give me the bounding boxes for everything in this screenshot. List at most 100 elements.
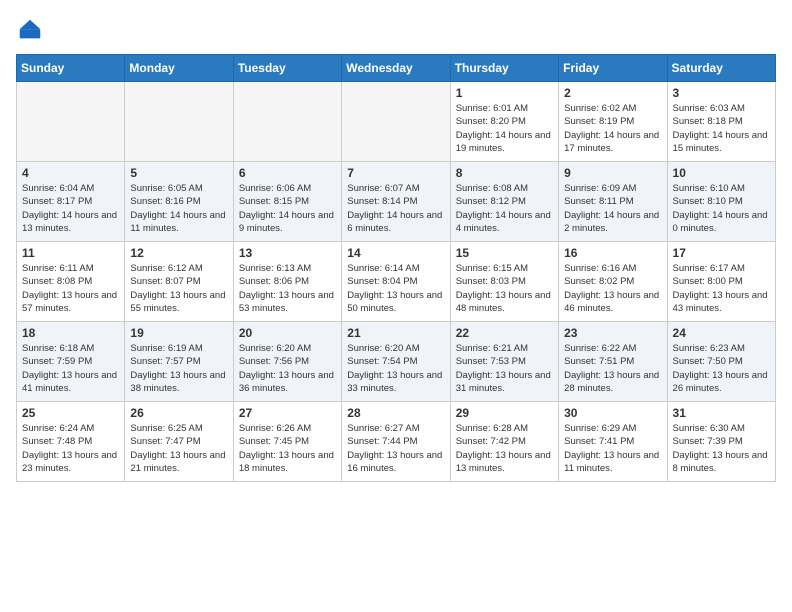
calendar-cell: 14 Sunrise: 6:14 AMSunset: 8:04 PMDayligh…	[342, 242, 450, 322]
calendar-cell: 31Sunrise: 6:30 AMSunset: 7:39 PMDayligh…	[667, 402, 775, 482]
day-number: 14	[347, 246, 444, 260]
day-info: Sunrise: 6:17 AMSunset: 8:00 PMDaylight:…	[673, 262, 770, 315]
day-number: 1	[456, 86, 553, 100]
calendar-cell: 15 Sunrise: 6:15 AMSunset: 8:03 PMDayligh…	[450, 242, 558, 322]
day-number: 25	[22, 406, 119, 420]
day-info: Sunrise: 6:27 AMSunset: 7:44 PMDaylight:…	[347, 422, 444, 475]
calendar-cell: 11Sunrise: 6:11 AMSunset: 8:08 PMDayligh…	[17, 242, 125, 322]
calendar-cell	[342, 82, 450, 162]
day-info: Sunrise: 6:16 AMSunset: 8:02 PMDaylight:…	[564, 262, 661, 315]
calendar-cell: 20 Sunrise: 6:20 AMSunset: 7:56 PMDayligh…	[233, 322, 341, 402]
col-header-friday: Friday	[559, 55, 667, 82]
calendar-cell: 30 Sunrise: 6:29 AMSunset: 7:41 PMDayligh…	[559, 402, 667, 482]
day-number: 20	[239, 326, 336, 340]
day-info: Sunrise: 6:06 AMSunset: 8:15 PMDaylight:…	[239, 182, 336, 235]
day-info: Sunrise: 6:04 AMSunset: 8:17 PMDaylight:…	[22, 182, 119, 235]
calendar-cell: 16 Sunrise: 6:16 AMSunset: 8:02 PMDayligh…	[559, 242, 667, 322]
day-number: 27	[239, 406, 336, 420]
day-number: 31	[673, 406, 770, 420]
col-header-tuesday: Tuesday	[233, 55, 341, 82]
calendar-cell: 12 Sunrise: 6:12 AMSunset: 8:07 PMDayligh…	[125, 242, 233, 322]
day-number: 26	[130, 406, 227, 420]
day-info: Sunrise: 6:24 AMSunset: 7:48 PMDaylight:…	[22, 422, 119, 475]
day-number: 13	[239, 246, 336, 260]
day-number: 18	[22, 326, 119, 340]
day-info: Sunrise: 6:20 AMSunset: 7:56 PMDaylight:…	[239, 342, 336, 395]
day-info: Sunrise: 6:29 AMSunset: 7:41 PMDaylight:…	[564, 422, 661, 475]
calendar-cell: 27 Sunrise: 6:26 AMSunset: 7:45 PMDayligh…	[233, 402, 341, 482]
day-info: Sunrise: 6:25 AMSunset: 7:47 PMDaylight:…	[130, 422, 227, 475]
day-number: 17	[673, 246, 770, 260]
day-number: 8	[456, 166, 553, 180]
calendar-cell: 2 Sunrise: 6:02 AMSunset: 8:19 PMDaylight…	[559, 82, 667, 162]
calendar-cell: 5 Sunrise: 6:05 AMSunset: 8:16 PMDaylight…	[125, 162, 233, 242]
calendar-table: SundayMondayTuesdayWednesdayThursdayFrid…	[16, 54, 776, 482]
calendar-cell: 21 Sunrise: 6:20 AMSunset: 7:54 PMDayligh…	[342, 322, 450, 402]
calendar-cell	[233, 82, 341, 162]
day-number: 19	[130, 326, 227, 340]
day-info: Sunrise: 6:14 AMSunset: 8:04 PMDaylight:…	[347, 262, 444, 315]
calendar-cell: 25 Sunrise: 6:24 AMSunset: 7:48 PMDayligh…	[17, 402, 125, 482]
calendar-cell: 4 Sunrise: 6:04 AMSunset: 8:17 PMDaylight…	[17, 162, 125, 242]
day-info: Sunrise: 6:03 AMSunset: 8:18 PMDaylight:…	[673, 102, 770, 155]
day-info: Sunrise: 6:09 AMSunset: 8:11 PMDaylight:…	[564, 182, 661, 235]
day-info: Sunrise: 6:05 AMSunset: 8:16 PMDaylight:…	[130, 182, 227, 235]
calendar-cell: 1 Sunrise: 6:01 AMSunset: 8:20 PMDaylight…	[450, 82, 558, 162]
logo	[16, 16, 48, 44]
day-number: 11	[22, 246, 119, 260]
day-number: 29	[456, 406, 553, 420]
calendar-cell: 17 Sunrise: 6:17 AMSunset: 8:00 PMDayligh…	[667, 242, 775, 322]
calendar-cell: 22 Sunrise: 6:21 AMSunset: 7:53 PMDayligh…	[450, 322, 558, 402]
week-row-5: 25 Sunrise: 6:24 AMSunset: 7:48 PMDayligh…	[17, 402, 776, 482]
col-header-thursday: Thursday	[450, 55, 558, 82]
day-number: 21	[347, 326, 444, 340]
day-number: 23	[564, 326, 661, 340]
calendar-cell: 10 Sunrise: 6:10 AMSunset: 8:10 PMDayligh…	[667, 162, 775, 242]
day-info: Sunrise: 6:08 AMSunset: 8:12 PMDaylight:…	[456, 182, 553, 235]
day-number: 28	[347, 406, 444, 420]
day-info: Sunrise: 6:02 AMSunset: 8:19 PMDaylight:…	[564, 102, 661, 155]
day-info: Sunrise: 6:21 AMSunset: 7:53 PMDaylight:…	[456, 342, 553, 395]
day-number: 24	[673, 326, 770, 340]
calendar-cell	[125, 82, 233, 162]
day-info: Sunrise: 6:13 AMSunset: 8:06 PMDaylight:…	[239, 262, 336, 315]
day-info: Sunrise: 6:18 AMSunset: 7:59 PMDaylight:…	[22, 342, 119, 395]
calendar-cell: 3 Sunrise: 6:03 AMSunset: 8:18 PMDaylight…	[667, 82, 775, 162]
calendar-cell: 24Sunrise: 6:23 AMSunset: 7:50 PMDayligh…	[667, 322, 775, 402]
day-number: 22	[456, 326, 553, 340]
day-info: Sunrise: 6:10 AMSunset: 8:10 PMDaylight:…	[673, 182, 770, 235]
day-number: 3	[673, 86, 770, 100]
calendar-cell: 29Sunrise: 6:28 AMSunset: 7:42 PMDayligh…	[450, 402, 558, 482]
day-info: Sunrise: 6:26 AMSunset: 7:45 PMDaylight:…	[239, 422, 336, 475]
page-header	[16, 16, 776, 44]
week-row-3: 11Sunrise: 6:11 AMSunset: 8:08 PMDayligh…	[17, 242, 776, 322]
day-number: 6	[239, 166, 336, 180]
week-row-4: 18 Sunrise: 6:18 AMSunset: 7:59 PMDayligh…	[17, 322, 776, 402]
day-info: Sunrise: 6:07 AMSunset: 8:14 PMDaylight:…	[347, 182, 444, 235]
day-info: Sunrise: 6:01 AMSunset: 8:20 PMDaylight:…	[456, 102, 553, 155]
day-number: 16	[564, 246, 661, 260]
day-number: 10	[673, 166, 770, 180]
day-number: 15	[456, 246, 553, 260]
calendar-cell: 26 Sunrise: 6:25 AMSunset: 7:47 PMDayligh…	[125, 402, 233, 482]
day-number: 30	[564, 406, 661, 420]
col-header-wednesday: Wednesday	[342, 55, 450, 82]
calendar-cell	[17, 82, 125, 162]
day-number: 2	[564, 86, 661, 100]
day-number: 5	[130, 166, 227, 180]
day-info: Sunrise: 6:15 AMSunset: 8:03 PMDaylight:…	[456, 262, 553, 315]
day-info: Sunrise: 6:20 AMSunset: 7:54 PMDaylight:…	[347, 342, 444, 395]
calendar-cell: 18 Sunrise: 6:18 AMSunset: 7:59 PMDayligh…	[17, 322, 125, 402]
day-number: 9	[564, 166, 661, 180]
logo-icon	[16, 16, 44, 44]
col-header-saturday: Saturday	[667, 55, 775, 82]
calendar-cell: 7Sunrise: 6:07 AMSunset: 8:14 PMDaylight…	[342, 162, 450, 242]
calendar-cell: 28 Sunrise: 6:27 AMSunset: 7:44 PMDayligh…	[342, 402, 450, 482]
day-number: 12	[130, 246, 227, 260]
day-info: Sunrise: 6:22 AMSunset: 7:51 PMDaylight:…	[564, 342, 661, 395]
day-info: Sunrise: 6:12 AMSunset: 8:07 PMDaylight:…	[130, 262, 227, 315]
col-header-sunday: Sunday	[17, 55, 125, 82]
calendar-cell: 6 Sunrise: 6:06 AMSunset: 8:15 PMDaylight…	[233, 162, 341, 242]
day-number: 4	[22, 166, 119, 180]
calendar-cell: 8 Sunrise: 6:08 AMSunset: 8:12 PMDaylight…	[450, 162, 558, 242]
